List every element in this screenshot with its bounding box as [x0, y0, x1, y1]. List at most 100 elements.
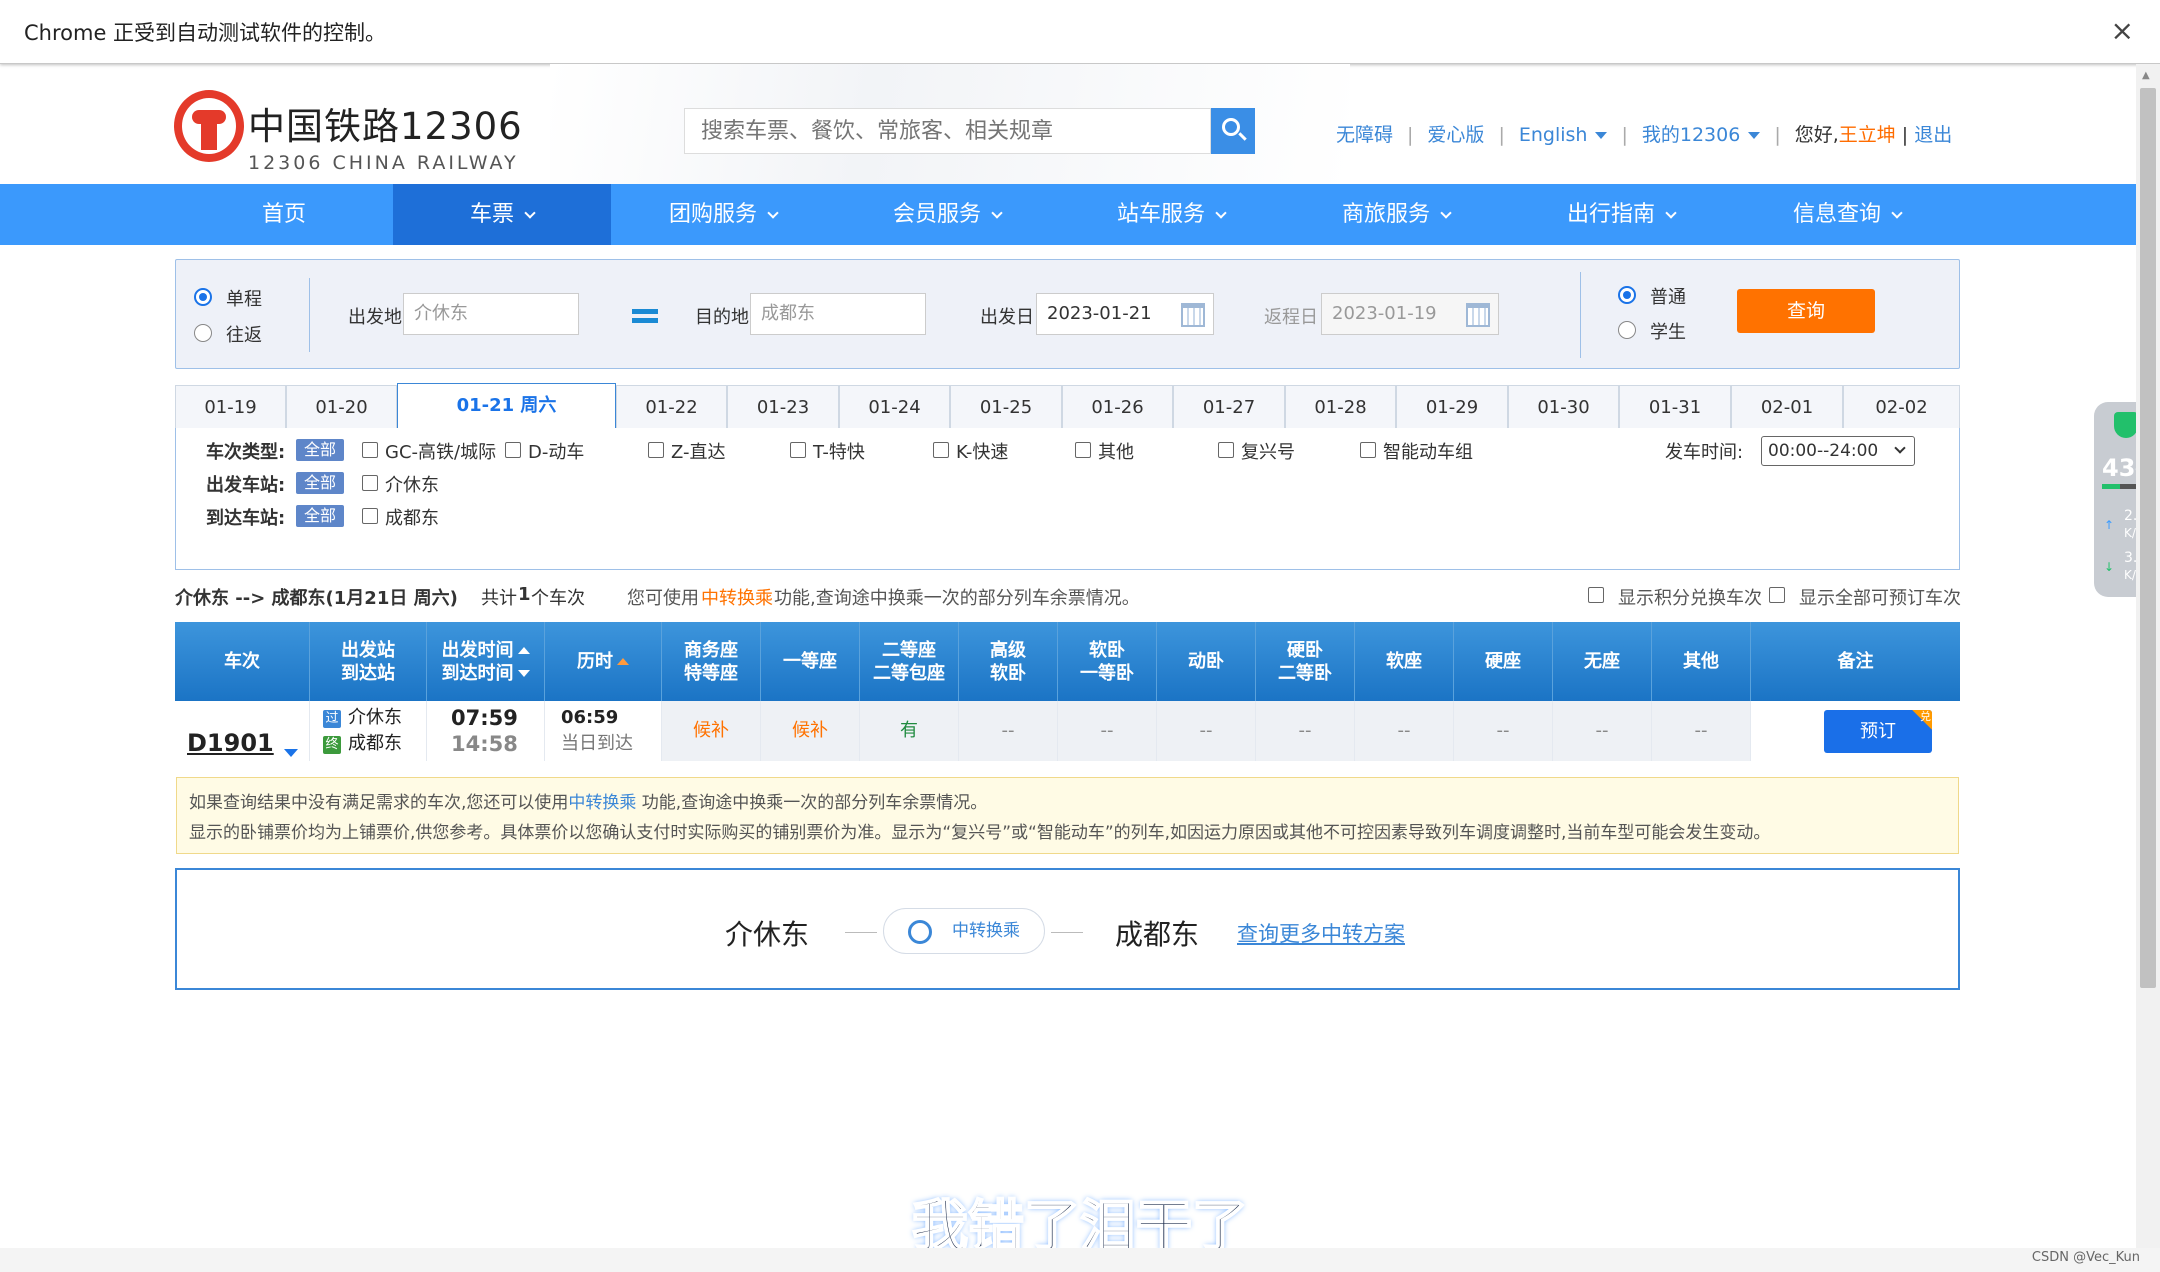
type-smart-emu-checkbox[interactable]	[1360, 442, 1376, 458]
type-gc-checkbox[interactable]	[362, 442, 378, 458]
notice-transfer-link[interactable]: 中转换乘	[568, 793, 636, 813]
type-other-checkbox[interactable]	[1075, 442, 1091, 458]
railway-logo-icon[interactable]	[174, 90, 244, 166]
col-first: 一等座	[761, 622, 860, 701]
type-gc-label: GC-高铁/城际	[385, 442, 497, 463]
date-tab-selected[interactable]: 01-21 周六	[397, 383, 616, 430]
chevron-down-icon	[1215, 207, 1227, 219]
search-button[interactable]	[1211, 108, 1255, 154]
col-times[interactable]: 出发时间 到达时间	[427, 622, 545, 701]
chevron-down-icon	[1665, 207, 1677, 219]
filter-panel: 车次类型: 全部 GC-高铁/城际 D-动车 Z-直达 T-特快 K-快速 其他…	[175, 428, 1960, 570]
return-date-label: 返程日	[1264, 307, 1318, 328]
train-type-all-button[interactable]: 全部	[296, 439, 344, 461]
nav-item-info-query[interactable]: 信息查询	[1733, 184, 1961, 245]
sort-up-icon[interactable]	[517, 646, 530, 654]
calendar-icon[interactable]	[1466, 303, 1490, 327]
col-duration[interactable]: 历时	[545, 622, 662, 701]
query-button[interactable]: 查询	[1737, 289, 1875, 333]
date-tab[interactable]: 01-31	[1619, 385, 1731, 429]
my12306-link[interactable]: 我的12306	[1642, 124, 1740, 146]
type-z-label: Z-直达	[671, 442, 726, 463]
col-soft-seat: 软座	[1355, 622, 1454, 701]
brand[interactable]: 中国铁路12306 12306 CHINA RAILWAY	[248, 96, 523, 174]
date-tab[interactable]: 01-20	[286, 385, 397, 429]
date-tab[interactable]: 01-24	[839, 385, 950, 429]
top-links: 无障碍 | 爱心版 | English | 我的12306 | 您好,王立坤 | 退出	[1336, 120, 1952, 147]
to-station[interactable]: 成都东	[348, 731, 402, 757]
passenger-student-radio[interactable]	[1618, 321, 1636, 339]
nav-item-travel-guide[interactable]: 出行指南	[1509, 184, 1733, 245]
duration: 06:59	[561, 707, 619, 728]
accessibility-link[interactable]: 无障碍	[1336, 124, 1393, 146]
date-tab[interactable]: 01-19	[175, 385, 286, 429]
arrive-station-checkbox[interactable]	[362, 508, 378, 524]
book-button[interactable]: 预订兑	[1824, 710, 1932, 753]
date-tab[interactable]: 01-30	[1508, 385, 1619, 429]
divider: |	[1498, 124, 1505, 146]
type-fuxing-label: 复兴号	[1241, 442, 1295, 463]
to-station-input[interactable]: 成都东	[750, 293, 926, 335]
sort-up-icon[interactable]	[617, 658, 629, 665]
date-tab[interactable]: 01-25	[950, 385, 1062, 429]
from-station[interactable]: 介休东	[348, 705, 402, 731]
from-station-input[interactable]: 介休东	[403, 293, 579, 335]
depart-station-checkbox[interactable]	[362, 475, 378, 491]
scrollbar-thumb[interactable]	[2140, 88, 2156, 988]
date-tab[interactable]: 01-22	[616, 385, 727, 429]
date-tabs: 01-19 01-20 01-21 周六 01-22 01-23 01-24 0…	[175, 383, 1960, 430]
nav-item-business-travel[interactable]: 商旅服务	[1283, 184, 1509, 245]
show-points-checkbox[interactable]	[1588, 587, 1604, 603]
transfer-button[interactable]: 中转换乘	[883, 908, 1045, 954]
transfer-hint-link[interactable]: 中转换乘	[701, 584, 773, 610]
swap-stations-icon[interactable]	[632, 305, 658, 327]
count-prefix: 共计	[481, 588, 517, 609]
type-d-checkbox[interactable]	[505, 442, 521, 458]
date-tab[interactable]: 01-28	[1285, 385, 1396, 429]
date-tab[interactable]: 01-26	[1062, 385, 1173, 429]
type-t-checkbox[interactable]	[790, 442, 806, 458]
passenger-normal-radio[interactable]	[1618, 286, 1636, 304]
type-fuxing-checkbox[interactable]	[1218, 442, 1234, 458]
nav-item-home[interactable]: 首页	[175, 184, 393, 245]
nav-item-member-service[interactable]: 会员服务	[835, 184, 1059, 245]
calendar-icon[interactable]	[1181, 303, 1205, 327]
close-icon[interactable]: ×	[2111, 14, 2134, 47]
nav-item-station-service[interactable]: 站车服务	[1059, 184, 1283, 245]
first-seat-cell[interactable]: 候补	[761, 701, 860, 761]
date-tab[interactable]: 01-23	[727, 385, 839, 429]
depart-station-all-button[interactable]: 全部	[296, 472, 344, 494]
user-name-link[interactable]: 王立坤	[1839, 124, 1896, 146]
type-z-checkbox[interactable]	[648, 442, 664, 458]
english-link[interactable]: English	[1519, 124, 1588, 146]
date-tab[interactable]: 02-01	[1731, 385, 1843, 429]
train-number-link[interactable]: D1901	[187, 713, 298, 773]
oneway-radio[interactable]	[194, 288, 212, 306]
col-high-soft: 高级 软卧	[959, 622, 1058, 701]
pass-badge: 过	[323, 710, 341, 728]
second-seat-cell[interactable]: 有	[860, 701, 959, 761]
arrive-station-all-button[interactable]: 全部	[296, 505, 344, 527]
logout-link[interactable]: 退出	[1914, 124, 1952, 146]
business-seat-cell[interactable]: 候补	[662, 701, 761, 761]
watermark: CSDN @Vec_Kun	[2031, 1250, 2140, 1265]
date-tab[interactable]: 01-29	[1396, 385, 1508, 429]
nav-item-group-service[interactable]: 团购服务	[611, 184, 835, 245]
return-date-input[interactable]: 2023-01-19	[1321, 293, 1499, 335]
nav-item-tickets[interactable]: 车票	[393, 184, 611, 245]
show-all-checkbox[interactable]	[1769, 587, 1785, 603]
search-input[interactable]	[685, 109, 1205, 153]
date-tab[interactable]: 02-02	[1843, 385, 1960, 429]
type-k-checkbox[interactable]	[933, 442, 949, 458]
scroll-up-icon[interactable]: ▲	[2142, 70, 2150, 81]
sort-down-icon[interactable]	[517, 669, 530, 677]
scrollbar[interactable]: ▲	[2136, 64, 2160, 1248]
depart-time-select[interactable]: 00:00--24:00	[1761, 436, 1915, 466]
roundtrip-radio[interactable]	[194, 324, 212, 342]
col-hard-sleeper: 硬卧 二等卧	[1256, 622, 1355, 701]
expand-icon[interactable]	[283, 749, 298, 757]
more-transfer-link[interactable]: 查询更多中转方案	[1237, 918, 1405, 948]
date-tab[interactable]: 01-27	[1173, 385, 1285, 429]
care-version-link[interactable]: 爱心版	[1427, 124, 1484, 146]
depart-date-input[interactable]: 2023-01-21	[1036, 293, 1214, 335]
